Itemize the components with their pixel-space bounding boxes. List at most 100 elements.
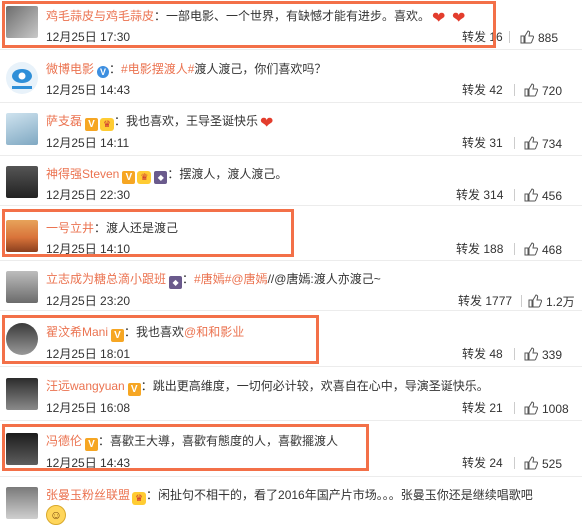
- comment-text: 跳出更高维度，一切何必计较，欢喜自在心中，导演圣诞快乐。: [152, 379, 489, 393]
- like-count: 720: [542, 84, 563, 98]
- username-link[interactable]: 立志成为糖总滴小跟班: [46, 272, 166, 286]
- username-link[interactable]: 鸡毛蒜皮与鸡毛蒜皮: [46, 9, 154, 23]
- thumbs-up-icon: [524, 136, 538, 150]
- thumbs-up-icon: [528, 294, 542, 308]
- comment-date: 12月25日 14:43: [46, 83, 131, 97]
- username-link[interactable]: 神得强Steven: [46, 167, 119, 181]
- repost-count: 16: [489, 30, 503, 44]
- repost-button[interactable]: 转发 188: [456, 242, 503, 256]
- repost-button[interactable]: 转发 42: [462, 83, 503, 97]
- repost-label: 转发: [462, 456, 487, 470]
- hashtag-link[interactable]: #电影摆渡人#: [121, 62, 194, 76]
- member-crown-icon: ♛: [137, 171, 152, 184]
- divider: [514, 189, 515, 201]
- repost-count: 188: [483, 242, 504, 256]
- username-link[interactable]: 微博电影: [46, 62, 94, 76]
- divider: [514, 84, 515, 96]
- like-count: 456: [542, 189, 563, 203]
- username-link[interactable]: 翟汶希Mani: [46, 325, 108, 339]
- comment-date: 12月25日 18:01: [46, 347, 131, 361]
- divider: [514, 402, 515, 414]
- like-button[interactable]: 339: [524, 347, 562, 362]
- comment-text: 我也喜欢: [136, 325, 185, 339]
- comment-item: 张曼玉粉丝联盟 ♛ ：闲扯句不相干的，看了2016年国产片市场。。。张曼玉你还是继续…: [0, 477, 582, 526]
- repost-count: 42: [489, 83, 503, 97]
- colon: ：: [109, 62, 122, 76]
- username-link[interactable]: 冯德伦: [46, 434, 82, 448]
- comment-item: 萨支磊 V ♛ ：我也喜欢，王导圣诞快乐 ❤ 12月25日 14:11 转发 31 73…: [0, 103, 582, 156]
- heart-icon: ❤: [432, 10, 446, 27]
- comment-date: 12月25日 14:43: [46, 456, 131, 470]
- colon: ：: [124, 325, 137, 339]
- repost-button[interactable]: 转发 48: [462, 347, 503, 361]
- comment-date: 12月25日 14:11: [46, 136, 130, 150]
- avatar[interactable]: [6, 166, 38, 198]
- comment-item: 神得强Steven V ♛ ◆ ：摆渡人，渡人渡己。 12月25日 22:30 转发 3…: [0, 156, 582, 206]
- mention-link[interactable]: @和和影业: [184, 325, 244, 339]
- eye-logo-icon: [12, 69, 32, 89]
- comment-text: 我也喜欢，王导圣诞快乐: [126, 114, 259, 128]
- divider: [514, 243, 515, 255]
- like-button[interactable]: 1008: [524, 401, 569, 416]
- verified-orange-icon: V: [85, 438, 99, 451]
- comment-text: //@唐嫣:渡人亦渡己~: [267, 272, 381, 286]
- repost-count: 48: [489, 347, 503, 361]
- avatar[interactable]: [6, 487, 38, 519]
- username-link[interactable]: 萨支磊: [46, 114, 82, 128]
- like-button[interactable]: 1.2万: [528, 294, 575, 309]
- like-count: 1.2万: [546, 295, 575, 309]
- avatar[interactable]: [6, 378, 38, 410]
- like-button[interactable]: 468: [524, 242, 562, 257]
- repost-button[interactable]: 转发 21: [462, 401, 503, 415]
- like-button[interactable]: 885: [520, 30, 558, 45]
- comment-item: 微博电影 V ：#电影摆渡人#渡人渡己，你们喜欢吗？ 12月25日 14:43 转发…: [0, 50, 582, 103]
- avatar[interactable]: [6, 433, 38, 465]
- comment-date: 12月25日 16:08: [46, 401, 131, 415]
- thumbs-up-icon: [524, 242, 538, 256]
- comment-date: 12月25日 14:10: [46, 242, 131, 256]
- like-button[interactable]: 456: [524, 188, 562, 203]
- colon: ：: [114, 114, 127, 128]
- like-button[interactable]: 734: [524, 136, 562, 151]
- repost-button[interactable]: 转发 16: [462, 30, 503, 44]
- repost-label: 转发: [462, 401, 487, 415]
- diamond-badge-icon: ◆: [169, 276, 183, 289]
- comment-item: 鸡毛蒜皮与鸡毛蒜皮：一部电影、一个世界，有缺憾才能有进步。喜欢。 ❤ ❤ 12月25…: [0, 0, 582, 50]
- username-link[interactable]: 一号立井: [46, 221, 94, 235]
- avatar[interactable]: [6, 220, 38, 252]
- like-button[interactable]: 720: [524, 83, 562, 98]
- weibo-movie-logo[interactable]: [6, 62, 38, 94]
- like-button[interactable]: 525: [524, 456, 562, 471]
- member-crown-icon: ♛: [132, 492, 147, 505]
- divider: [514, 137, 515, 149]
- comment-text: 摆渡人，渡人渡己。: [179, 167, 288, 181]
- hashtag-link[interactable]: #唐嫣#@唐嫣: [194, 272, 268, 286]
- verified-orange-icon: V: [111, 329, 125, 342]
- avatar[interactable]: [6, 271, 38, 303]
- comment-text: 渡人还是渡己: [106, 221, 179, 235]
- colon: ：: [167, 167, 180, 181]
- repost-button[interactable]: 转发 314: [456, 188, 503, 202]
- colon: ：: [146, 488, 159, 502]
- like-count: 468: [542, 243, 563, 257]
- repost-count: 21: [489, 401, 503, 415]
- avatar[interactable]: [6, 323, 38, 355]
- username-link[interactable]: 汪远wangyuan: [46, 379, 125, 393]
- repost-button[interactable]: 转发 1777: [458, 294, 512, 308]
- divider: [514, 348, 515, 360]
- diamond-badge-icon: ◆: [154, 171, 168, 184]
- avatar[interactable]: [6, 113, 38, 145]
- avatar[interactable]: [6, 6, 38, 38]
- repost-button[interactable]: 转发 24: [462, 456, 503, 470]
- verified-orange-icon: V: [127, 383, 141, 396]
- divider: [521, 295, 522, 307]
- like-count: 734: [542, 137, 563, 151]
- like-count: 885: [538, 31, 559, 45]
- repost-count: 24: [489, 456, 503, 470]
- username-link[interactable]: 张曼玉粉丝联盟: [46, 488, 130, 502]
- repost-button[interactable]: 转发 31: [462, 136, 503, 150]
- member-crown-icon: ♛: [100, 118, 115, 131]
- repost-label: 转发: [462, 83, 487, 97]
- like-count: 525: [542, 457, 563, 471]
- repost-label: 转发: [458, 294, 483, 308]
